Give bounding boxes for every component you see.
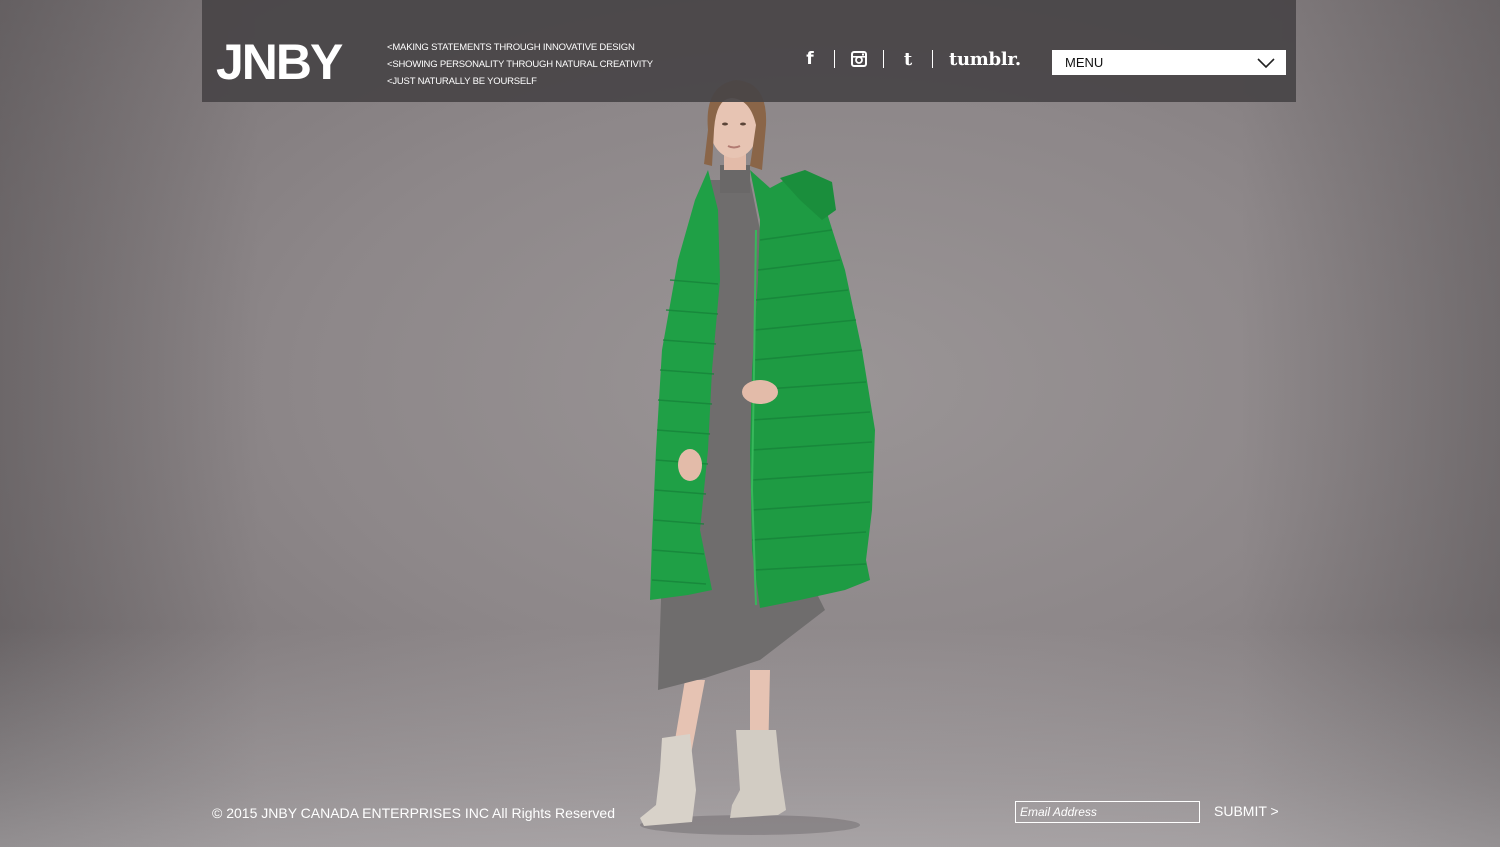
social-divider <box>883 50 884 68</box>
social-divider <box>932 50 933 68</box>
hero-model-image <box>640 80 875 835</box>
tumblr-icon[interactable]: tumblr. <box>949 49 1021 70</box>
social-divider <box>834 50 835 68</box>
submit-button[interactable]: SUBMIT > <box>1214 803 1279 819</box>
menu-dropdown[interactable]: MENU <box>1052 50 1286 75</box>
menu-dropdown-label: MENU <box>1065 55 1104 70</box>
tagline-item: <MAKING STATEMENTS THROUGH INNOVATIVE DE… <box>387 42 635 53</box>
tagline-item: <SHOWING PERSONALITY THROUGH NATURAL CRE… <box>387 59 653 70</box>
site-header: JNBY <MAKING STATEMENTS THROUGH INNOVATI… <box>202 0 1296 102</box>
email-field[interactable] <box>1015 801 1200 823</box>
chevron-down-icon <box>1257 56 1275 74</box>
copyright-text: © 2015 JNBY CANADA ENTERPRISES INC All R… <box>212 805 615 821</box>
instagram-icon[interactable] <box>851 51 867 67</box>
tagline-list: <MAKING STATEMENTS THROUGH INNOVATIVE DE… <box>387 39 653 90</box>
facebook-icon[interactable]: f <box>802 49 818 69</box>
twitter-icon[interactable]: t <box>900 49 916 70</box>
brand-logo[interactable]: JNBY <box>216 34 343 90</box>
social-links: f t tumblr. <box>802 48 1021 70</box>
tagline-item: <JUST NATURALLY BE YOURSELF <box>387 76 537 87</box>
